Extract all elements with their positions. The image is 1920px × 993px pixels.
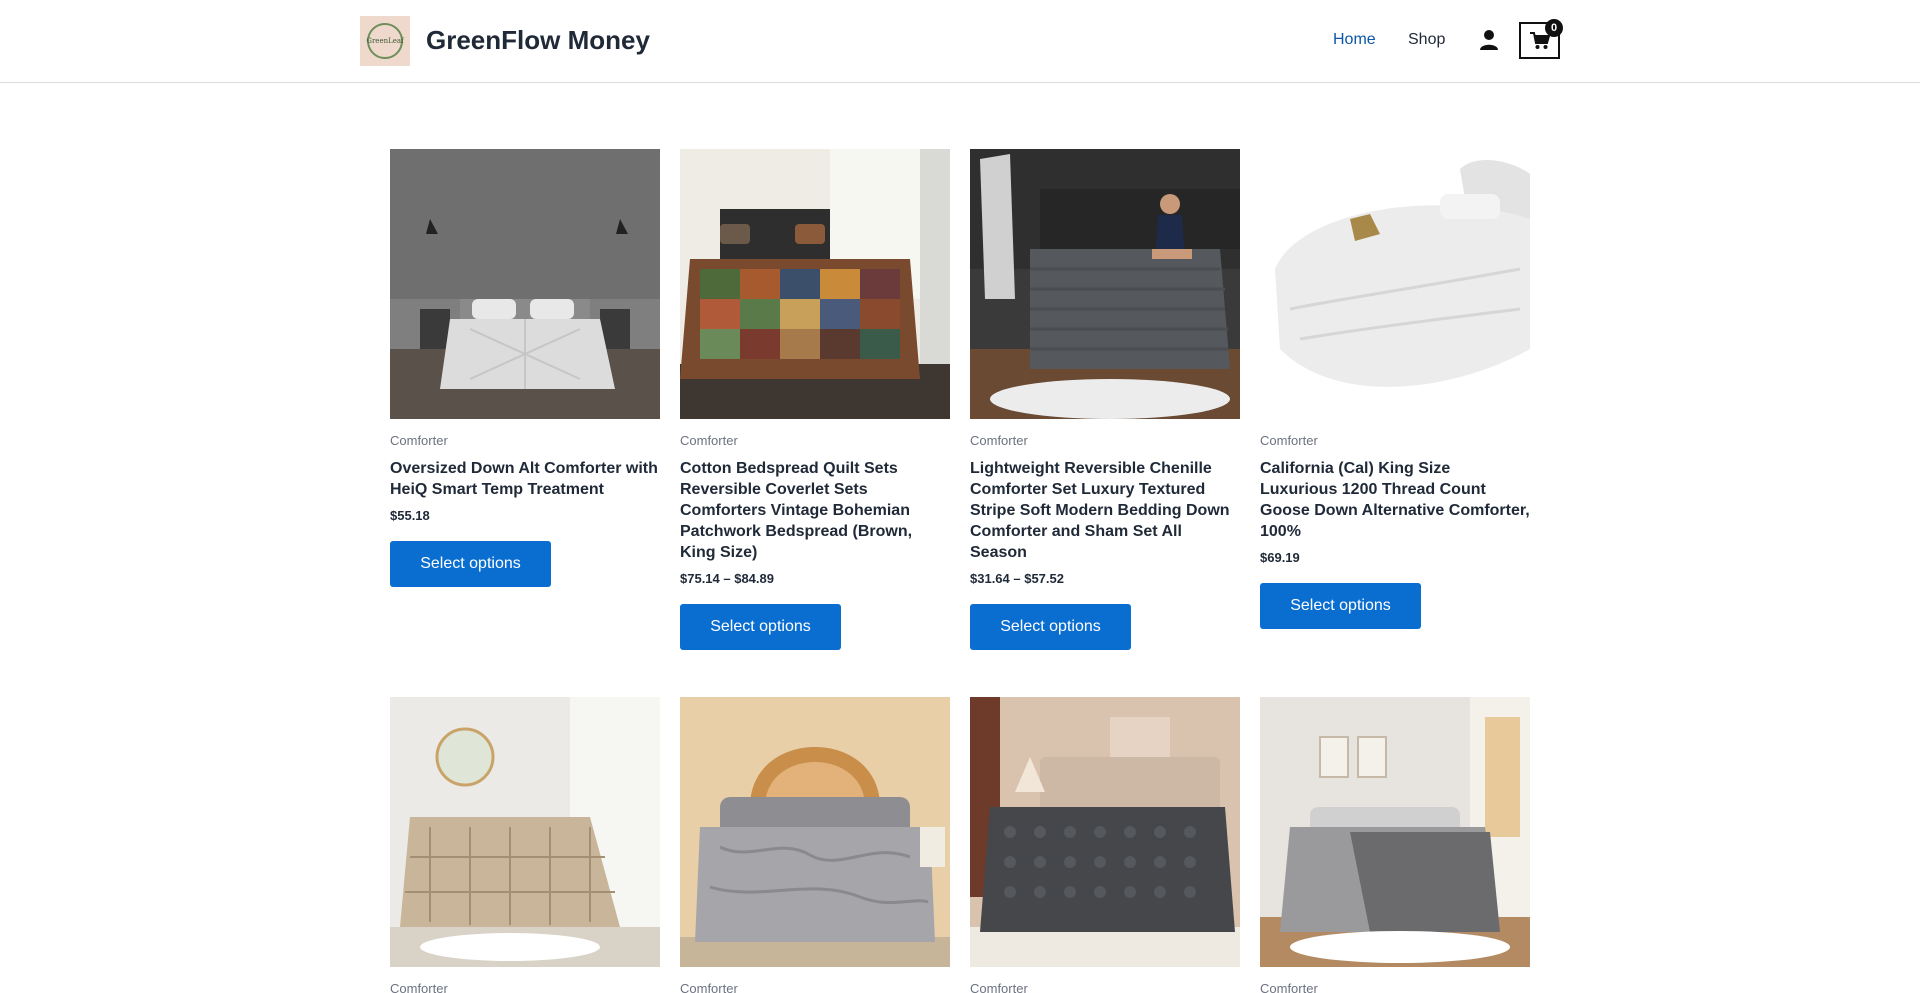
product-category: Comforter [680, 981, 738, 993]
nav-shop[interactable]: Shop [1408, 30, 1445, 50]
product-card: Comforter [970, 697, 1240, 993]
product-title[interactable]: Cotton Bedspread Quilt Sets Reversible C… [680, 458, 950, 563]
product-category: Comforter [970, 981, 1028, 993]
product-image[interactable] [390, 697, 660, 967]
product-title[interactable]: California (Cal) King Size Luxurious 120… [1260, 458, 1530, 542]
product-category: Comforter [390, 981, 448, 993]
cart-count-badge: 0 [1545, 19, 1563, 37]
product-price: $69.19 [1260, 550, 1300, 565]
product-category: Comforter [1260, 433, 1318, 448]
product-category: Comforter [1260, 981, 1318, 993]
product-image[interactable] [1260, 149, 1530, 419]
product-card: Comforter [390, 697, 660, 993]
product-card: Comforter Oversized Down Alt Comforter w… [390, 149, 660, 587]
select-options-button[interactable]: Select options [680, 604, 841, 650]
product-category: Comforter [680, 433, 738, 448]
product-card: Comforter California (Cal) King Size Lux… [1260, 149, 1530, 629]
account-icon[interactable] [1479, 29, 1499, 51]
product-price: $75.14 – $84.89 [680, 571, 774, 586]
select-options-button[interactable]: Select options [1260, 583, 1421, 629]
logo-badge: GreenLeaf [366, 23, 404, 59]
logo-text: GreenLeaf [366, 36, 404, 45]
select-options-button[interactable]: Select options [970, 604, 1131, 650]
product-image[interactable] [970, 697, 1240, 967]
product-image[interactable] [680, 149, 950, 419]
product-image[interactable] [680, 697, 950, 967]
product-image[interactable] [970, 149, 1240, 419]
site-header: GreenLeaf GreenFlow Money Home Shop 0 [0, 0, 1920, 83]
product-title[interactable]: Lightweight Reversible Chenille Comforte… [970, 458, 1240, 563]
product-title[interactable]: Oversized Down Alt Comforter with HeiQ S… [390, 458, 660, 500]
product-card: Comforter [680, 697, 950, 993]
product-card: Comforter [1260, 697, 1530, 993]
product-card: Comforter Cotton Bedspread Quilt Sets Re… [680, 149, 950, 650]
product-image[interactable] [390, 149, 660, 419]
site-title[interactable]: GreenFlow Money [426, 24, 650, 56]
select-options-button[interactable]: Select options [390, 541, 551, 587]
product-category: Comforter [390, 433, 448, 448]
nav-home[interactable]: Home [1333, 30, 1376, 50]
product-price: $31.64 – $57.52 [970, 571, 1064, 586]
product-category: Comforter [970, 433, 1028, 448]
product-card: Comforter Lightweight Reversible Chenill… [970, 149, 1240, 650]
product-image[interactable] [1260, 697, 1530, 967]
site-logo[interactable]: GreenLeaf [360, 16, 410, 66]
product-price: $55.18 [390, 508, 430, 523]
